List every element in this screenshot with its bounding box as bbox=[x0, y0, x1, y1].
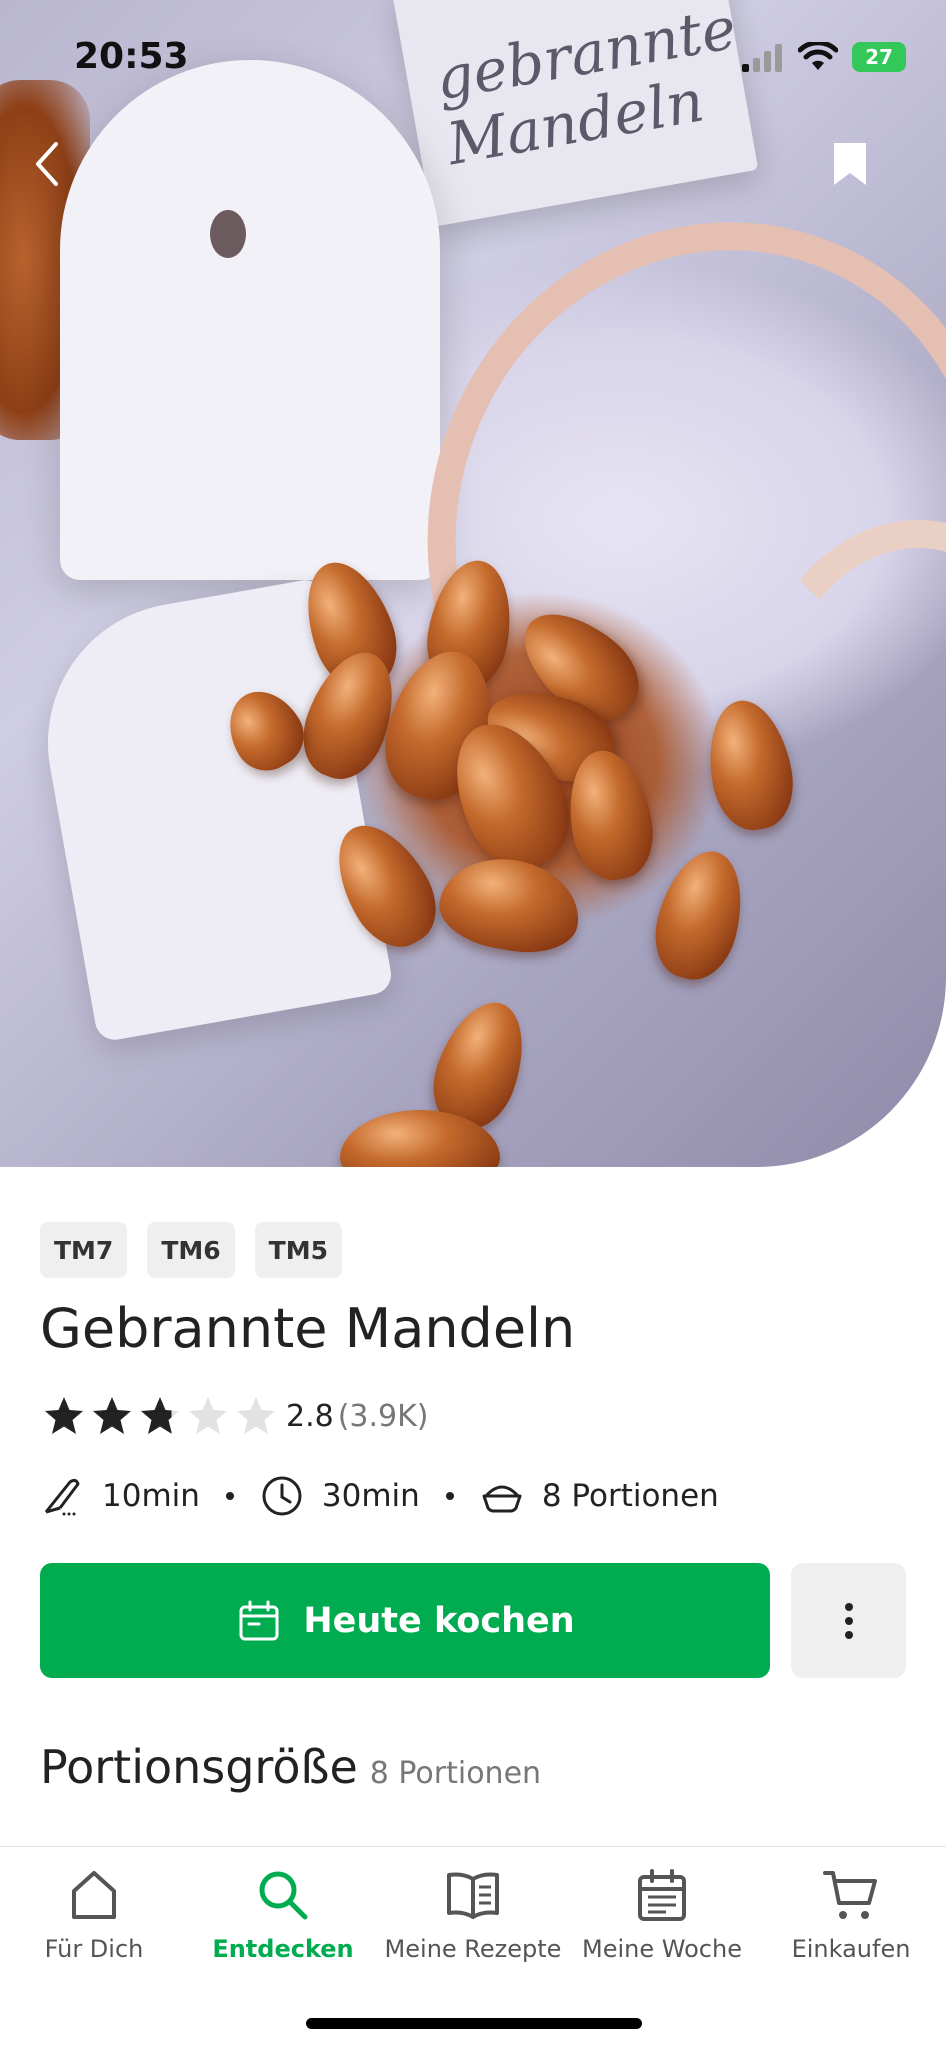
portion-size-title: Portionsgröße bbox=[40, 1740, 358, 1794]
calendar-icon bbox=[239, 1600, 279, 1640]
home-indicator bbox=[306, 2018, 642, 2029]
nav-item-fuer-dich[interactable]: Für Dich bbox=[0, 1865, 189, 1963]
calendar-icon bbox=[638, 1869, 686, 1921]
nav-label: Für Dich bbox=[44, 1935, 144, 1963]
nav-item-einkaufen[interactable]: Einkaufen bbox=[756, 1865, 946, 1963]
badge-tm6: TM6 bbox=[147, 1222, 235, 1278]
search-icon bbox=[259, 1871, 308, 1920]
star-empty-icon bbox=[189, 1397, 227, 1434]
bookmark-button[interactable] bbox=[820, 134, 880, 194]
back-button[interactable] bbox=[18, 134, 78, 194]
status-time: 20:53 bbox=[74, 36, 189, 77]
bowl-icon bbox=[482, 1485, 522, 1513]
portion-size-value: 8 Portionen bbox=[369, 1756, 542, 1791]
badge-tm5: TM5 bbox=[254, 1222, 342, 1278]
nav-label: Entdecken bbox=[212, 1935, 354, 1963]
star-full-icon bbox=[93, 1397, 131, 1434]
star-mostly-full-icon bbox=[141, 1397, 179, 1434]
nav-item-meine-woche[interactable]: Meine Woche bbox=[567, 1865, 757, 1963]
nav-item-entdecken[interactable]: Entdecken bbox=[188, 1865, 378, 1963]
battery-icon: 27 bbox=[852, 42, 906, 72]
rating[interactable]: 2.8 (3.9K) bbox=[40, 1392, 429, 1440]
nav-label: Meine Rezepte bbox=[384, 1935, 562, 1963]
cook-today-button[interactable]: Heute kochen bbox=[40, 1563, 770, 1678]
book-icon bbox=[447, 1872, 499, 1919]
prep-time: 10min bbox=[102, 1478, 200, 1514]
rating-value: 2.8 bbox=[286, 1398, 334, 1434]
rating-count: (3.9K) bbox=[337, 1398, 429, 1434]
cart-icon bbox=[823, 1871, 877, 1919]
nav-label: Einkaufen bbox=[791, 1935, 911, 1963]
nav-item-meine-rezepte[interactable]: Meine Rezepte bbox=[378, 1865, 568, 1963]
portions: 8 Portionen bbox=[541, 1478, 719, 1514]
bookmark-icon bbox=[834, 143, 866, 185]
device-badges: TM7 TM6 TM5 bbox=[40, 1222, 342, 1278]
status-icons: 27 bbox=[740, 42, 906, 72]
portion-size-heading: Portionsgröße 8 Portionen bbox=[40, 1740, 541, 1794]
wifi-icon bbox=[798, 42, 838, 70]
recipe-title: Gebrannte Mandeln bbox=[40, 1297, 576, 1360]
star-empty-icon bbox=[237, 1397, 275, 1434]
home-icon bbox=[72, 1871, 116, 1919]
recipe-meta: 10min 30min 8 Portionen bbox=[40, 1466, 719, 1526]
nav-label: Meine Woche bbox=[582, 1935, 742, 1963]
star-full-icon bbox=[45, 1397, 83, 1434]
clock-icon bbox=[262, 1476, 302, 1516]
cellular-signal-icon bbox=[742, 44, 782, 72]
badge-tm7: TM7 bbox=[40, 1222, 128, 1278]
cook-today-label: Heute kochen bbox=[303, 1600, 575, 1641]
separator-dot bbox=[445, 1492, 454, 1500]
chevron-left-icon bbox=[36, 142, 58, 186]
separator-dot bbox=[225, 1492, 234, 1500]
knife-icon bbox=[44, 1478, 80, 1516]
recipe-hero-image: gebrannte Mandeln bbox=[0, 0, 946, 1167]
total-time: 30min bbox=[321, 1478, 420, 1514]
battery-level: 27 bbox=[865, 45, 893, 69]
more-vertical-icon bbox=[844, 1602, 853, 1639]
more-options-button[interactable] bbox=[791, 1563, 906, 1678]
